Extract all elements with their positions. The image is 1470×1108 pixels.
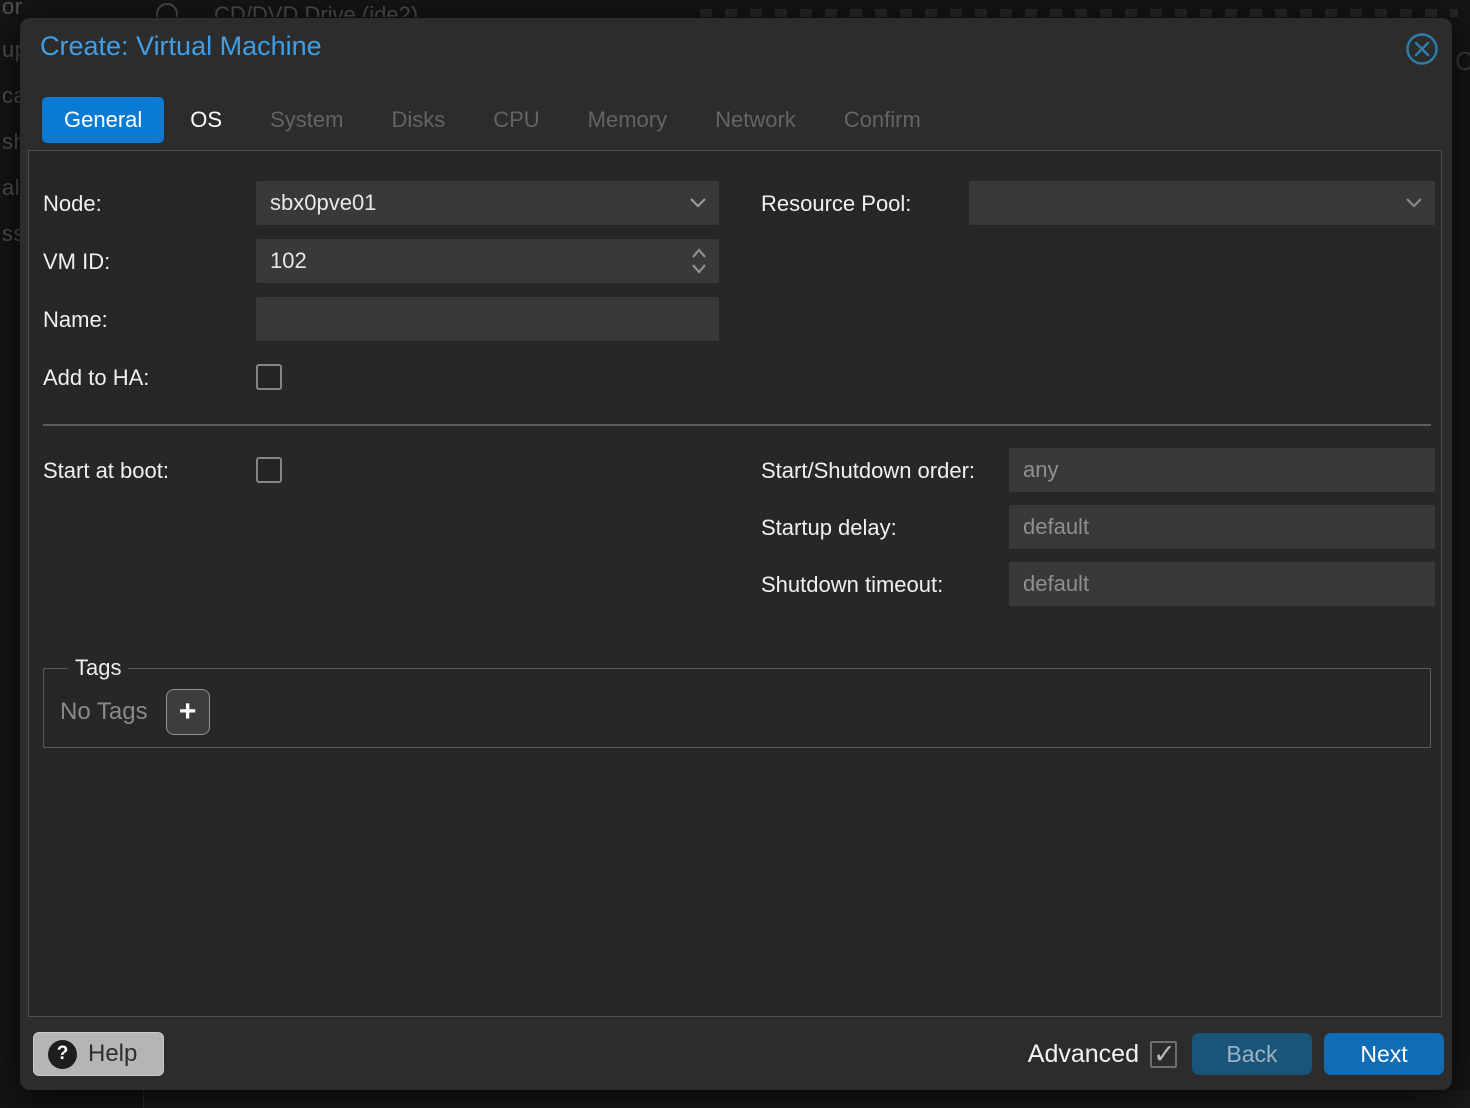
vm-id-label: VM ID:	[43, 245, 256, 278]
add-to-ha-checkbox[interactable]: ✓	[256, 364, 282, 390]
tab-disks: Disks	[369, 97, 467, 143]
no-tags-text: No Tags	[60, 698, 148, 726]
bg-hardware-row-label: CD/DVD Drive (ide2)	[214, 2, 418, 17]
chevron-down-icon[interactable]	[689, 196, 707, 214]
tab-os[interactable]: OS	[168, 97, 244, 143]
advanced-checkbox[interactable]: ✓	[1150, 1041, 1177, 1068]
tab-network: Network	[693, 97, 818, 143]
advanced-label: Advanced	[1028, 1040, 1139, 1069]
add-to-ha-label: Add to HA:	[43, 361, 256, 394]
tags-fieldset: Tags No Tags +	[43, 655, 1431, 748]
startup-delay-row: Startup delay:	[761, 505, 1435, 549]
start-at-boot-checkbox[interactable]: ✓	[256, 457, 282, 483]
name-row: Name:	[43, 297, 761, 341]
resource-pool-combobox[interactable]	[969, 181, 1435, 225]
bg-sidebar-fragment: or	[2, 0, 23, 20]
question-mark-icon: ?	[48, 1040, 77, 1069]
startup-delay-input[interactable]	[1009, 505, 1435, 549]
add-to-ha-row: Add to HA: ✓	[43, 355, 761, 399]
bg-right-fragment: C	[1455, 46, 1470, 77]
start-shutdown-order-label: Start/Shutdown order:	[761, 454, 1009, 487]
node-row: Node:	[43, 181, 761, 225]
resource-pool-label: Resource Pool:	[761, 187, 969, 220]
tab-confirm: Confirm	[822, 97, 943, 143]
dialog-title: Create: Virtual Machine	[40, 31, 322, 62]
tab-cpu: CPU	[471, 97, 561, 143]
general-tab-panel: Node: VM ID:	[28, 150, 1442, 1017]
start-at-boot-label: Start at boot:	[43, 454, 256, 487]
create-vm-dialog: Create: Virtual Machine General OS Syste…	[20, 18, 1452, 1090]
wizard-tab-bar: General OS System Disks CPU Memory Netwo…	[42, 97, 947, 143]
start-shutdown-order-input[interactable]	[1009, 448, 1435, 492]
vm-id-row: VM ID:	[43, 239, 761, 283]
start-shutdown-order-row: Start/Shutdown order:	[761, 448, 1435, 492]
bg-sidebar-edge	[143, 1090, 144, 1108]
help-button-label: Help	[88, 1040, 137, 1068]
chevron-down-icon[interactable]	[1405, 196, 1423, 214]
tab-memory: Memory	[566, 97, 689, 143]
bg-clipped-text	[700, 9, 1458, 17]
spinner-arrows-icon[interactable]	[691, 247, 707, 280]
shutdown-timeout-row: Shutdown timeout:	[761, 562, 1435, 606]
name-label: Name:	[43, 303, 256, 336]
close-icon[interactable]	[1405, 32, 1439, 66]
bg-bottom-strip	[144, 1090, 1470, 1108]
dialog-footer: ? Help Advanced ✓ Back Next	[33, 1032, 1444, 1076]
radio-icon	[156, 3, 178, 17]
back-button[interactable]: Back	[1192, 1033, 1312, 1075]
next-button[interactable]: Next	[1324, 1033, 1444, 1075]
bg-hardware-row: CD/DVD Drive (ide2)	[150, 0, 1458, 17]
resource-pool-row: Resource Pool:	[761, 181, 1435, 225]
node-combobox[interactable]	[256, 181, 719, 225]
checkmark-icon: ✓	[1153, 1039, 1176, 1070]
vm-id-spinner-input[interactable]	[256, 239, 719, 283]
tags-legend: Tags	[68, 655, 128, 681]
section-divider	[43, 424, 1431, 426]
shutdown-timeout-input[interactable]	[1009, 562, 1435, 606]
help-button[interactable]: ? Help	[33, 1032, 164, 1076]
start-at-boot-row: Start at boot: ✓	[43, 448, 761, 492]
node-label: Node:	[43, 187, 256, 220]
startup-delay-label: Startup delay:	[761, 511, 1009, 544]
name-input[interactable]	[256, 297, 719, 341]
shutdown-timeout-label: Shutdown timeout:	[761, 568, 1009, 601]
add-tag-button[interactable]: +	[166, 689, 210, 735]
tab-system: System	[248, 97, 365, 143]
tab-general[interactable]: General	[42, 97, 164, 143]
